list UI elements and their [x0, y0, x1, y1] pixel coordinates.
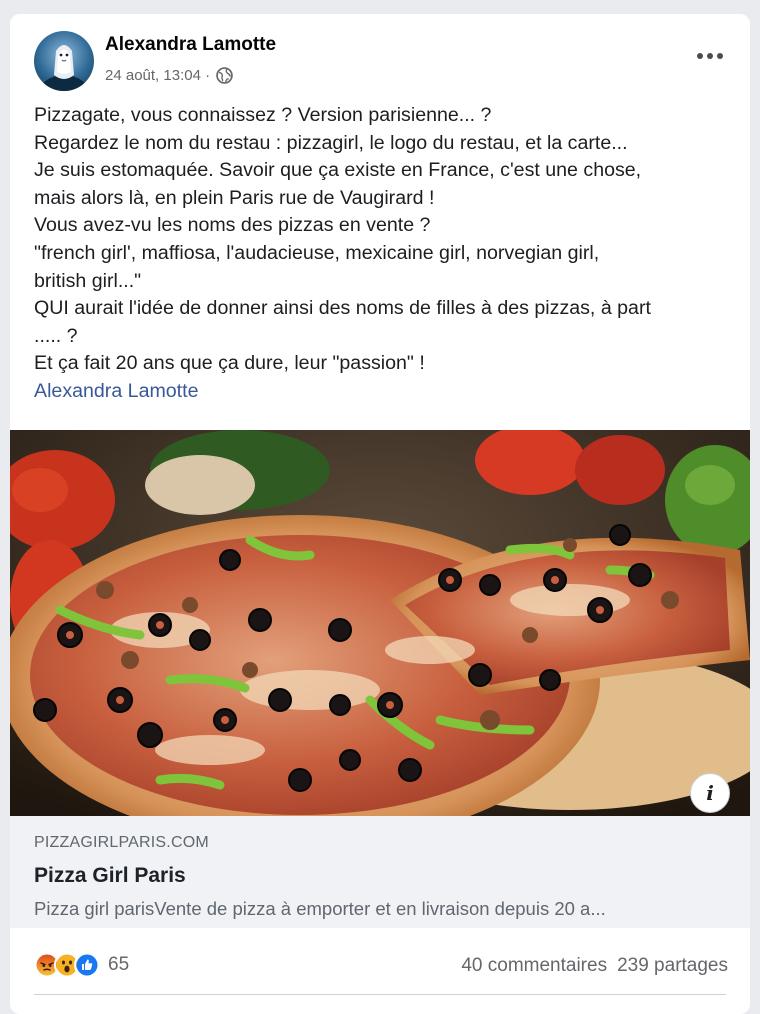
globe-icon[interactable] — [216, 67, 233, 84]
author-mention-link[interactable]: Alexandra Lamotte — [34, 378, 734, 406]
link-preview-image[interactable]: i — [10, 430, 750, 816]
post-text-line: ..... ? — [34, 324, 78, 347]
post-text-line: mais alors là, en plein Paris rue de Vau… — [34, 186, 435, 209]
author-name[interactable]: Alexandra Lamotte — [105, 34, 276, 56]
post-text-line: Pizzagate, vous connaissez ? Version par… — [34, 104, 492, 126]
engagement-counts: 40 commentaires 239 partages — [461, 955, 728, 977]
reactions-summary[interactable]: 65 — [34, 952, 129, 978]
more-dot-icon — [717, 53, 723, 59]
more-options-button[interactable] — [692, 44, 728, 68]
post-text-line: Vous avez-vu les noms des pizzas en vent… — [34, 214, 431, 237]
post-text-line: Je suis estomaquée. Savoir que ça existe… — [34, 159, 642, 182]
avatar-image — [38, 45, 90, 91]
post-text: Pizzagate, vous connaissez ? Version par… — [34, 102, 734, 406]
link-preview-footer[interactable]: PIZZAGIRLPARIS.COM Pizza Girl Paris Pizz… — [10, 816, 750, 928]
link-title[interactable]: Pizza Girl Paris — [34, 864, 186, 888]
pizza-photo — [10, 430, 750, 816]
divider — [34, 994, 726, 995]
post-header: Alexandra Lamotte 24 août, 13:04 · — [10, 14, 750, 104]
post-timestamp[interactable]: 24 août, 13:04 · — [105, 67, 210, 84]
link-preview[interactable]: i PIZZAGIRLPARIS.COM Pizza Girl Paris Pi… — [10, 430, 750, 928]
info-button[interactable]: i — [690, 773, 730, 813]
post-card: Alexandra Lamotte 24 août, 13:04 · Pizza… — [10, 14, 750, 1014]
post-meta: 24 août, 13:04 · — [105, 67, 233, 84]
more-dot-icon — [707, 53, 713, 59]
post-text-line: british girl..." — [34, 269, 142, 292]
link-description: Pizza girl parisVente de pizza à emporte… — [34, 898, 606, 919]
shares-count[interactable]: 239 partages — [617, 955, 728, 977]
post-text-line: Regardez le nom du restau : pizzagirl, l… — [34, 131, 628, 154]
avatar[interactable] — [34, 31, 94, 91]
link-domain: PIZZAGIRLPARIS.COM — [34, 834, 209, 851]
comments-count[interactable]: 40 commentaires — [461, 955, 607, 977]
post-text-line: "french girl', maffiosa, l'audacieuse, m… — [34, 241, 600, 264]
post-stats: 65 40 commentaires 239 partages — [10, 936, 750, 992]
more-dot-icon — [697, 53, 703, 59]
like-reaction-icon — [74, 952, 100, 978]
post-text-line: QUI aurait l'idée de donner ainsi des no… — [34, 297, 651, 320]
post-text-line: Et ça fait 20 ans que ça dure, leur "pas… — [34, 352, 425, 375]
reaction-count[interactable]: 65 — [108, 954, 129, 976]
